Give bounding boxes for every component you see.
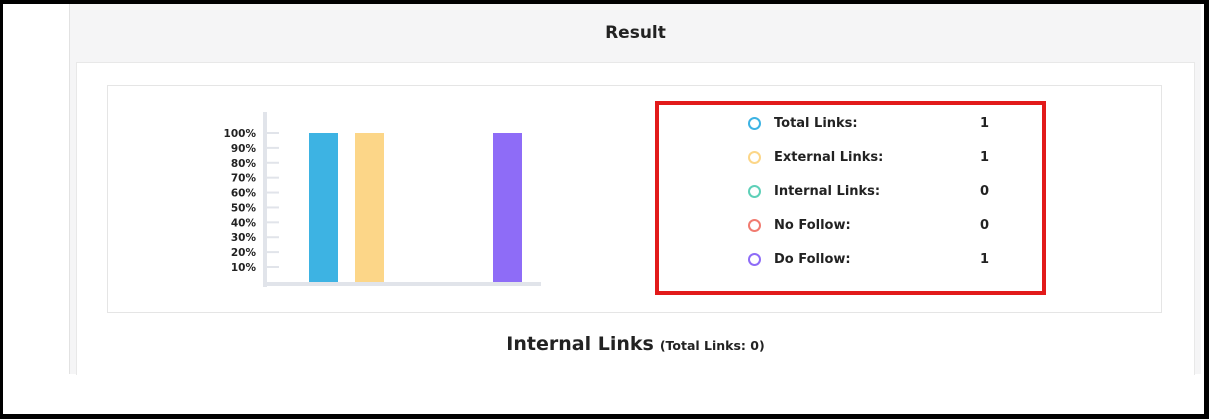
legend-label: Internal Links:	[774, 183, 881, 199]
legend-item: No Follow: 0	[659, 215, 1039, 235]
y-tick-label: 60%	[231, 188, 257, 200]
y-tick-label: 50%	[231, 202, 257, 214]
y-tick-label: 100%	[224, 128, 257, 140]
legend-circle-icon	[748, 150, 761, 164]
legend-value: 1	[980, 149, 990, 165]
legend-value: 1	[980, 251, 990, 267]
legend-highlight-box: Total Links: 1 External Links: 1 Internal Li…	[655, 101, 1046, 295]
y-tick-mark	[265, 132, 279, 134]
legend-value: 0	[980, 217, 990, 233]
x-axis-line	[263, 282, 541, 286]
y-tick-mark	[265, 191, 279, 194]
y-axis-line	[263, 112, 267, 287]
legend-item: Total Links: 1	[659, 113, 1039, 133]
card-header: Result	[70, 4, 1201, 62]
y-tick-label: 20%	[231, 247, 257, 259]
y-tick-label: 10%	[231, 262, 257, 274]
legend-circle-icon	[748, 184, 761, 198]
y-tick-mark	[265, 236, 279, 239]
internal-links-title: Internal Links	[506, 333, 654, 355]
y-tick-mark	[265, 161, 279, 164]
legend-value: 0	[980, 183, 990, 199]
legend-circle-icon	[748, 218, 761, 232]
result-card: Result 100% 90% 80% 70% 60% 50% 40% 30% 20% 10% T…	[69, 4, 1201, 375]
card-body: 100% 90% 80% 70% 60% 50% 40% 30% 20% 10% Total Li…	[76, 62, 1195, 375]
legend-item: Do Follow: 1	[659, 249, 1039, 269]
y-tick-mark	[265, 146, 279, 149]
bar-do-follow	[493, 133, 522, 282]
y-tick-mark	[265, 176, 279, 179]
y-tick-mark	[265, 251, 279, 254]
legend-label: External Links:	[774, 149, 884, 165]
internal-links-heading: Internal Links (Total Links: 0)	[77, 333, 1194, 355]
bar-chart: 100% 90% 80% 70% 60% 50% 40% 30% 20% 10%	[224, 112, 541, 287]
y-tick-mark	[265, 221, 279, 224]
bar-external-links	[355, 133, 384, 282]
internal-links-count: (Total Links: 0)	[659, 338, 765, 353]
card-title: Result	[605, 23, 666, 43]
y-tick-label: 90%	[231, 143, 257, 155]
y-tick-label: 30%	[231, 232, 257, 244]
legend-item: Internal Links: 0	[659, 181, 1039, 201]
y-tick-mark	[265, 206, 279, 209]
legend-circle-icon	[748, 252, 761, 266]
legend-item: External Links: 1	[659, 147, 1039, 167]
y-tick-label: 80%	[231, 158, 257, 170]
legend-value: 1	[980, 115, 990, 131]
legend-circle-icon	[748, 116, 761, 130]
bar-total-links	[309, 133, 338, 282]
y-tick-mark	[265, 266, 279, 268]
y-tick-label: 70%	[231, 173, 257, 185]
legend-label: Total Links:	[774, 115, 858, 131]
chart-panel: 100% 90% 80% 70% 60% 50% 40% 30% 20% 10% Total Li…	[107, 85, 1162, 313]
legend-label: No Follow:	[774, 217, 851, 233]
legend-label: Do Follow:	[774, 251, 851, 267]
y-tick-label: 40%	[231, 217, 257, 229]
